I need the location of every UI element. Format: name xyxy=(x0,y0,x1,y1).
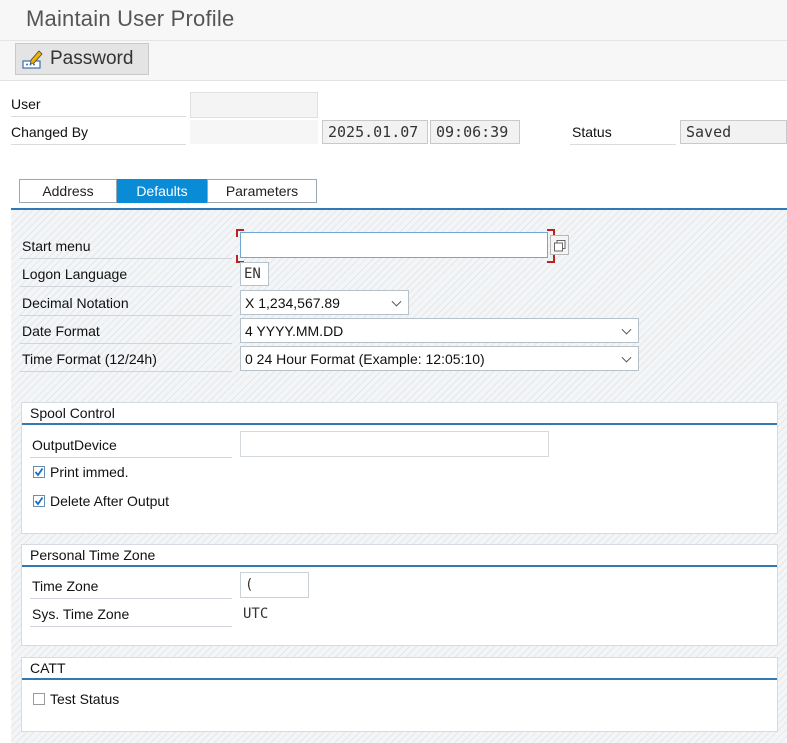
sys-time-zone-value: UTC xyxy=(243,606,269,622)
time-zone-underline xyxy=(30,598,232,599)
spool-control-title-line xyxy=(22,423,777,425)
date-format-label: Date Format xyxy=(22,323,100,339)
decimal-notation-label: Decimal Notation xyxy=(22,295,129,311)
sys-time-zone-underline xyxy=(30,626,232,627)
logon-language-label: Logon Language xyxy=(22,266,128,282)
time-format-underline xyxy=(20,371,232,372)
delete-after-output-label[interactable]: Delete After Output xyxy=(50,493,169,509)
status-field: Saved xyxy=(680,120,787,144)
test-status-checkbox[interactable] xyxy=(33,693,45,705)
chevron-down-icon xyxy=(621,324,632,335)
user-label: User xyxy=(11,96,41,112)
personal-time-zone-title: Personal Time Zone xyxy=(30,547,156,563)
value-help-icon xyxy=(553,239,566,252)
changed-date-field: 2025.01.07 xyxy=(322,120,428,144)
catt-title: CATT xyxy=(30,660,66,676)
start-menu-input[interactable] xyxy=(240,232,548,258)
changed-by-label: Changed By xyxy=(11,124,89,140)
catt-group xyxy=(21,657,778,732)
output-device-input[interactable] xyxy=(240,431,549,457)
date-format-select[interactable]: 4 YYYY.MM.DD xyxy=(240,318,639,343)
checkmark-icon xyxy=(34,467,44,477)
password-button-label: Password xyxy=(50,48,134,69)
changed-by-underline xyxy=(11,144,186,145)
date-format-underline xyxy=(20,343,232,344)
value-help-button[interactable] xyxy=(550,235,569,255)
chevron-down-icon xyxy=(391,296,402,307)
tab-defaults[interactable]: Defaults xyxy=(117,179,207,203)
tab-parameters[interactable]: Parameters xyxy=(207,179,317,203)
logon-language-underline xyxy=(20,286,232,287)
time-zone-input[interactable]: ( xyxy=(240,572,309,598)
checkmark-icon xyxy=(34,496,44,506)
time-zone-label: Time Zone xyxy=(32,578,99,594)
start-menu-underline xyxy=(20,258,232,259)
time-format-value: 0 24 Hour Format (Example: 12:05:10) xyxy=(245,350,485,367)
password-button[interactable]: Password xyxy=(15,43,149,75)
spool-control-title: Spool Control xyxy=(30,405,115,421)
user-field[interactable] xyxy=(190,92,318,118)
print-immed-checkbox[interactable] xyxy=(33,466,45,478)
focus-corner xyxy=(547,255,555,263)
logon-language-input[interactable]: EN xyxy=(240,262,269,286)
chevron-down-icon xyxy=(621,352,632,363)
catt-title-line xyxy=(22,678,777,680)
tab-address[interactable]: Address xyxy=(19,179,117,203)
status-underline xyxy=(570,144,676,145)
output-device-label: OutputDevice xyxy=(32,437,117,453)
output-device-underline xyxy=(30,457,232,458)
spool-control-group xyxy=(21,402,778,534)
sys-time-zone-label: Sys. Time Zone xyxy=(32,606,130,622)
start-menu-label: Start menu xyxy=(22,238,91,254)
decimal-notation-value: X 1,234,567.89 xyxy=(245,294,340,311)
personal-time-zone-title-line xyxy=(22,565,777,567)
page-title: Maintain User Profile xyxy=(26,6,235,31)
decimal-notation-underline xyxy=(20,315,232,316)
delete-after-output-checkbox[interactable] xyxy=(33,495,45,507)
time-format-select[interactable]: 0 24 Hour Format (Example: 12:05:10) xyxy=(240,346,639,371)
decimal-notation-select[interactable]: X 1,234,567.89 xyxy=(240,290,409,315)
time-format-label: Time Format (12/24h) xyxy=(22,351,157,367)
edit-password-icon xyxy=(22,48,44,70)
focus-corner xyxy=(236,229,244,237)
date-format-value: 4 YYYY.MM.DD xyxy=(245,322,344,339)
status-label: Status xyxy=(572,124,612,140)
user-label-underline xyxy=(11,116,186,117)
test-status-label[interactable]: Test Status xyxy=(50,691,119,707)
print-immed-label[interactable]: Print immed. xyxy=(50,464,129,480)
changed-time-field: 09:06:39 xyxy=(430,120,520,144)
changed-by-field xyxy=(190,120,318,144)
